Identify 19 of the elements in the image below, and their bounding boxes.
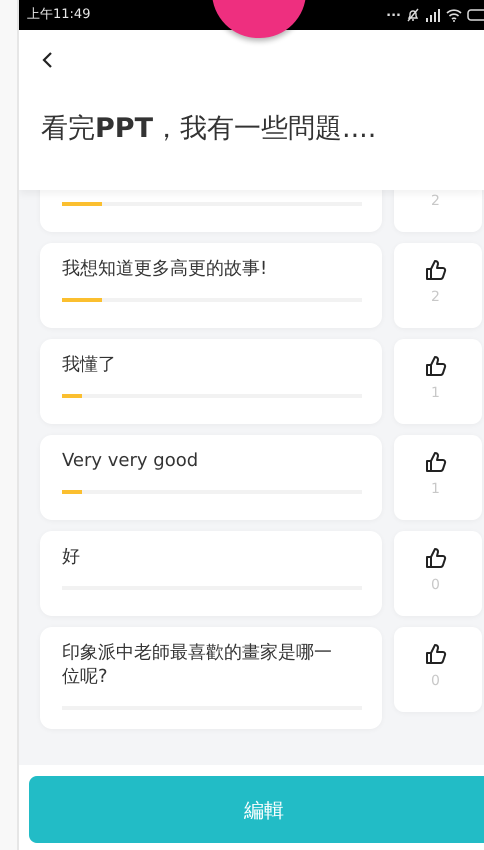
wifi-icon bbox=[446, 8, 462, 22]
question-text: 我懂了 bbox=[62, 353, 117, 377]
back-icon bbox=[41, 51, 53, 69]
question-text: 印象派中老師最喜歡的畫家是哪一位呢? bbox=[62, 641, 333, 689]
thumbs-up-icon bbox=[424, 259, 446, 281]
question-text: 好 bbox=[62, 545, 81, 569]
bell-off-icon bbox=[406, 8, 420, 22]
page-title: 看完PPT，我有一些問題.... bbox=[41, 112, 378, 146]
question-text: Very very good bbox=[62, 449, 200, 473]
thumbs-up-icon bbox=[424, 643, 446, 665]
signal-icon bbox=[425, 8, 441, 22]
status-dots: ... bbox=[386, 6, 401, 18]
battery-icon bbox=[467, 9, 484, 21]
thumbs-up-icon bbox=[424, 451, 446, 473]
status-time: 上午11:49 bbox=[27, 6, 90, 24]
thumbs-up-icon bbox=[424, 355, 446, 377]
edit-button[interactable]: 編輯 bbox=[29, 776, 484, 843]
thumbs-up-icon bbox=[424, 547, 446, 569]
question-text: 我想知道更多高更的故事! bbox=[62, 257, 268, 281]
